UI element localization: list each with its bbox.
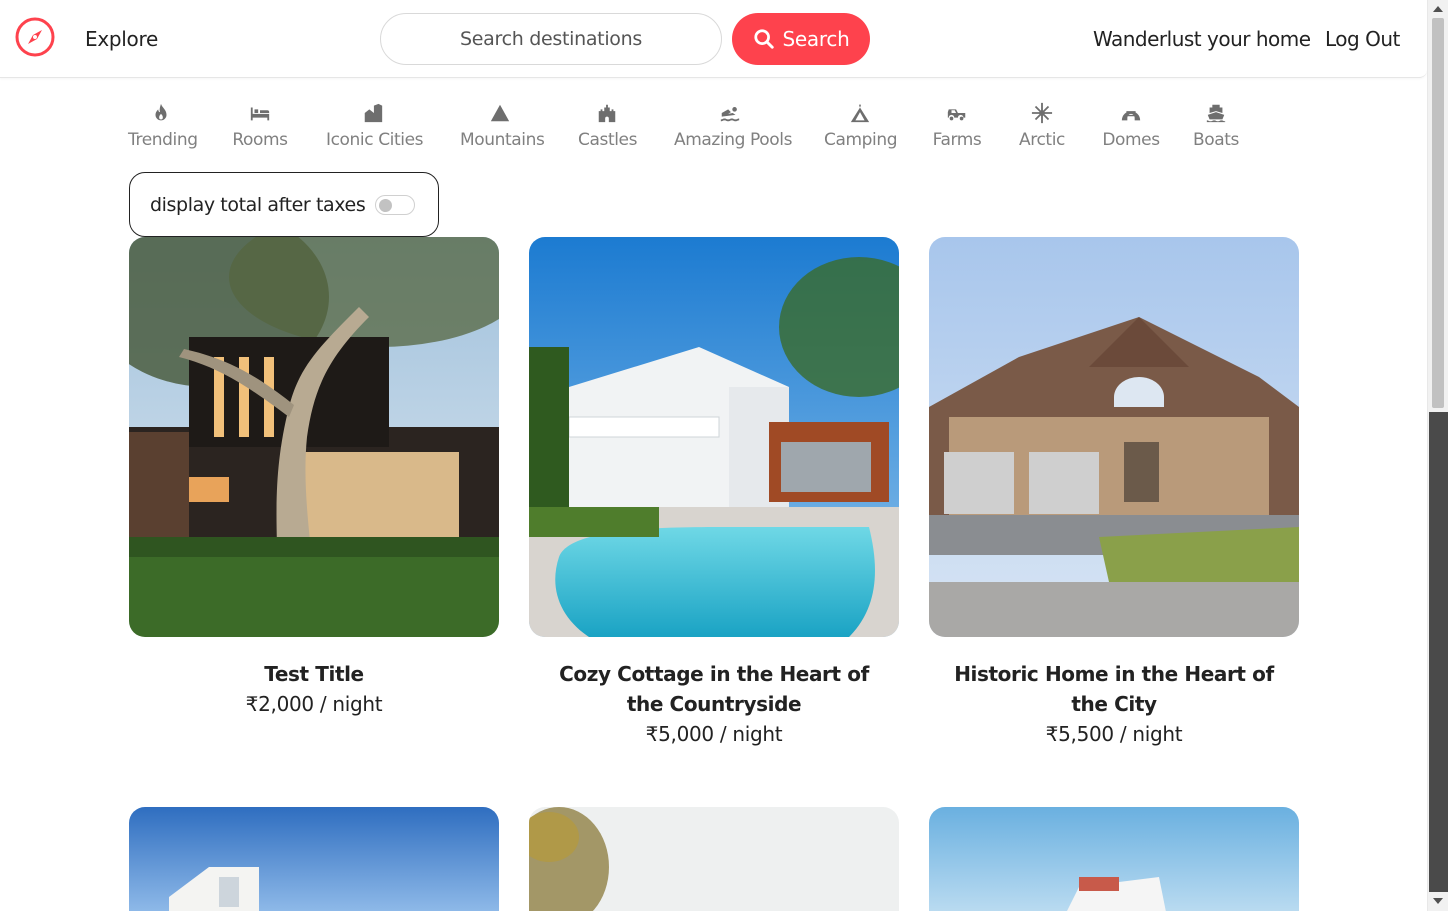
filter-label: Trending — [128, 130, 198, 150]
scroll-up-arrow-icon[interactable] — [1433, 6, 1443, 12]
tax-switch[interactable] — [375, 194, 416, 215]
ship-icon — [1206, 104, 1226, 123]
listing-card[interactable] — [529, 807, 899, 911]
filter-rooms[interactable]: Rooms — [227, 100, 293, 152]
logout-link[interactable]: Log Out — [1325, 27, 1400, 51]
search-icon — [753, 29, 774, 49]
compass-icon[interactable] — [14, 16, 56, 58]
explore-link[interactable]: Explore — [85, 27, 158, 51]
listing-image[interactable] — [929, 807, 1299, 911]
filter-boats[interactable]: Boats — [1191, 100, 1241, 152]
listing-image[interactable] — [129, 807, 499, 911]
listing-image[interactable] — [529, 807, 899, 911]
filter-farms[interactable]: Farms — [932, 100, 982, 152]
search-input[interactable] — [380, 13, 722, 65]
tent-icon — [850, 103, 870, 123]
listing-price-unit: / night — [313, 692, 383, 716]
filter-label: Domes — [1102, 130, 1160, 150]
listing-photo — [129, 807, 499, 911]
fire-icon — [155, 103, 167, 121]
filter-arctic[interactable]: Arctic — [1016, 100, 1068, 152]
filter-label: Boats — [1192, 130, 1239, 150]
filter-iconic-cities[interactable]: Iconic Cities — [326, 100, 424, 152]
igloo-icon — [1121, 111, 1141, 121]
listing-price: ₹2,000 — [245, 692, 314, 716]
listing-card[interactable]: Test Title ₹2,000 / night — [129, 237, 499, 719]
filter-trending[interactable]: Trending — [128, 100, 198, 152]
listing-price-line: ₹5,000 / night — [529, 719, 899, 749]
filter-label: Rooms — [232, 130, 288, 150]
filter-amazing-pools[interactable]: Amazing Pools — [674, 100, 793, 152]
castle-icon — [598, 104, 616, 123]
listing-title: Cozy Cottage in the Heart of the Country… — [559, 662, 869, 716]
filter-label: Camping — [824, 130, 898, 150]
listing-title: Test Title — [264, 662, 364, 686]
listing-price-unit: / night — [1113, 722, 1183, 746]
navbar: Explore Search Wanderlust your home Log … — [0, 0, 1427, 78]
scroll-thumb[interactable] — [1432, 18, 1444, 408]
listing-price-unit: / night — [713, 722, 783, 746]
filter-label: Arctic — [1019, 130, 1065, 150]
listing-price-line: ₹5,500 / night — [929, 719, 1299, 749]
brick-house-photo — [929, 237, 1299, 637]
filter-mountains[interactable]: Mountains — [460, 100, 545, 152]
swimmer-icon — [720, 107, 740, 122]
listing-card[interactable]: Cozy Cottage in the Heart of the Country… — [529, 237, 899, 749]
search-button[interactable]: Search — [732, 13, 870, 65]
category-filters: Trending Rooms Iconic Cities Mountains C… — [128, 100, 1241, 152]
cottage-pool-photo — [529, 237, 899, 637]
listing-image[interactable] — [529, 237, 899, 637]
filter-label: Mountains — [460, 130, 545, 150]
search-button-label: Search — [782, 27, 850, 51]
filter-castles[interactable]: Castles — [578, 100, 638, 152]
modern-house-photo — [129, 237, 499, 637]
filter-label: Amazing Pools — [674, 130, 793, 150]
filter-domes[interactable]: Domes — [1101, 100, 1161, 152]
listing-price: ₹5,000 — [645, 722, 714, 746]
listing-price-line: ₹2,000 / night — [129, 689, 499, 719]
snowflake-icon — [1031, 102, 1053, 124]
listing-card[interactable] — [929, 807, 1299, 911]
filter-label: Farms — [932, 130, 982, 150]
tractor-icon — [947, 109, 966, 121]
mountain-icon — [490, 104, 510, 122]
listing-card[interactable]: Historic Home in the Heart of the City ₹… — [929, 237, 1299, 749]
page-scrollbar[interactable] — [1427, 0, 1448, 911]
scroll-down-arrow-icon[interactable] — [1433, 898, 1443, 904]
scroll-track-lower — [1429, 412, 1448, 892]
filter-label: Castles — [578, 130, 638, 150]
listing-card[interactable] — [129, 807, 499, 911]
listing-photo — [529, 807, 899, 911]
tax-toggle: display total after taxes — [129, 172, 439, 237]
listing-image[interactable] — [929, 237, 1299, 637]
listing-photo — [929, 807, 1299, 911]
filter-label: Iconic Cities — [326, 130, 424, 150]
bed-icon — [250, 107, 270, 121]
listing-title: Historic Home in the Heart of the City — [954, 662, 1274, 716]
filter-camping[interactable]: Camping — [824, 100, 898, 152]
city-icon — [364, 103, 383, 123]
wanderlust-home-link[interactable]: Wanderlust your home — [1093, 27, 1311, 51]
listing-price: ₹5,500 — [1045, 722, 1114, 746]
listing-image[interactable] — [129, 237, 499, 637]
tax-toggle-label: display total after taxes — [150, 193, 366, 216]
